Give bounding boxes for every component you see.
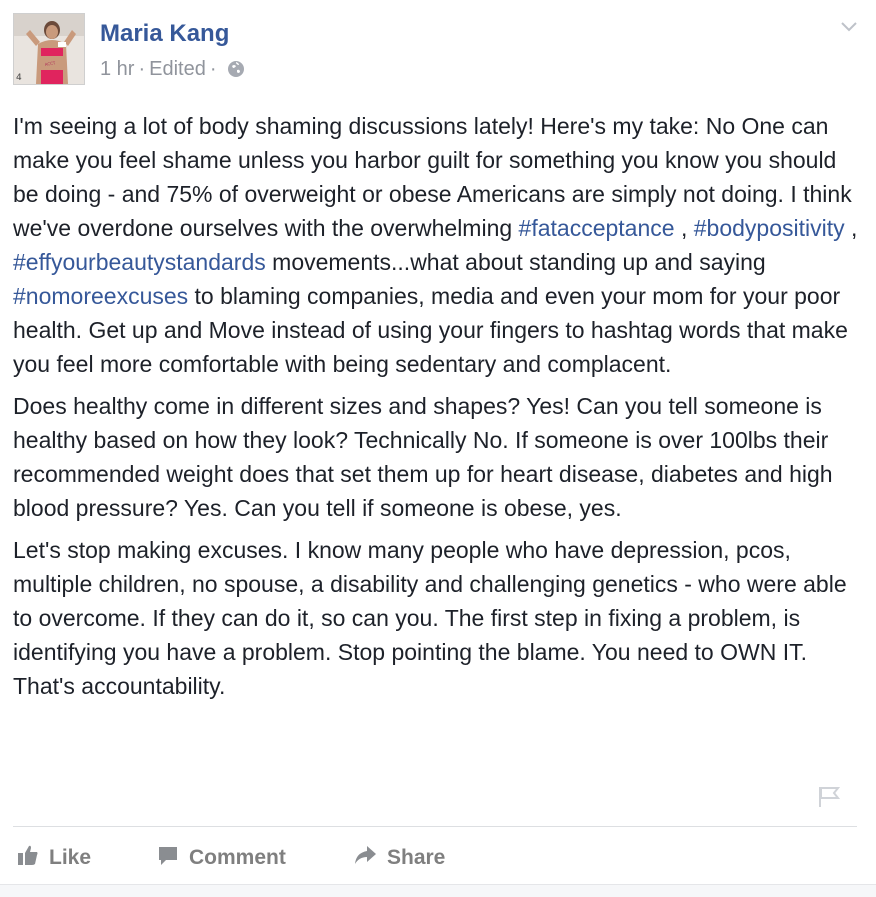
- post-paragraph-3: Let's stop making excuses. I know many p…: [13, 537, 847, 699]
- chevron-down-icon[interactable]: [840, 20, 858, 34]
- post-footer-band: [0, 884, 876, 897]
- post-paragraph-1: I'm seeing a lot of body shaming discuss…: [13, 109, 868, 381]
- like-button[interactable]: Like: [17, 840, 91, 876]
- hashtag-link[interactable]: #fatacceptance: [519, 215, 675, 241]
- share-arrow-icon: [353, 844, 377, 872]
- thumbs-up-icon: [17, 844, 39, 872]
- author-avatar[interactable]: ACCT 4: [13, 13, 85, 85]
- share-button[interactable]: Share: [353, 840, 445, 876]
- like-label: Like: [49, 846, 92, 869]
- flag-icon[interactable]: [816, 785, 842, 809]
- comment-icon: [157, 844, 179, 872]
- hashtag-link[interactable]: #effyourbeautystandards: [13, 249, 266, 275]
- post-meta: 1 hr · Edited ·: [100, 57, 245, 81]
- meta-separator: ·: [138, 58, 146, 80]
- share-label: Share: [387, 846, 446, 869]
- divider: [13, 826, 857, 827]
- action-bar: Like Comment Share: [0, 840, 876, 880]
- edited-label[interactable]: Edited: [149, 57, 206, 81]
- comment-button[interactable]: Comment: [157, 840, 286, 876]
- hashtag-separator: ,: [674, 215, 694, 241]
- hashtag-link[interactable]: #nomoreexcuses: [13, 283, 188, 309]
- comment-label: Comment: [189, 846, 286, 869]
- paragraph-text: movements...what about standing up and s…: [265, 249, 766, 275]
- author-name[interactable]: Maria Kang: [100, 20, 229, 48]
- facebook-post: ACCT 4 Maria Kang 1 hr · Edited · I'm se…: [0, 0, 876, 897]
- post-paragraph-2: Does healthy come in different sizes and…: [13, 393, 833, 521]
- post-body: I'm seeing a lot of body shaming discuss…: [13, 109, 868, 711]
- hashtag-separator: ,: [844, 215, 858, 241]
- meta-separator: ·: [209, 58, 217, 80]
- post-timestamp[interactable]: 1 hr: [100, 57, 134, 81]
- globe-icon[interactable]: [227, 60, 245, 78]
- hashtag-link[interactable]: #bodypositivity: [694, 215, 845, 241]
- svg-text:4: 4: [16, 73, 22, 83]
